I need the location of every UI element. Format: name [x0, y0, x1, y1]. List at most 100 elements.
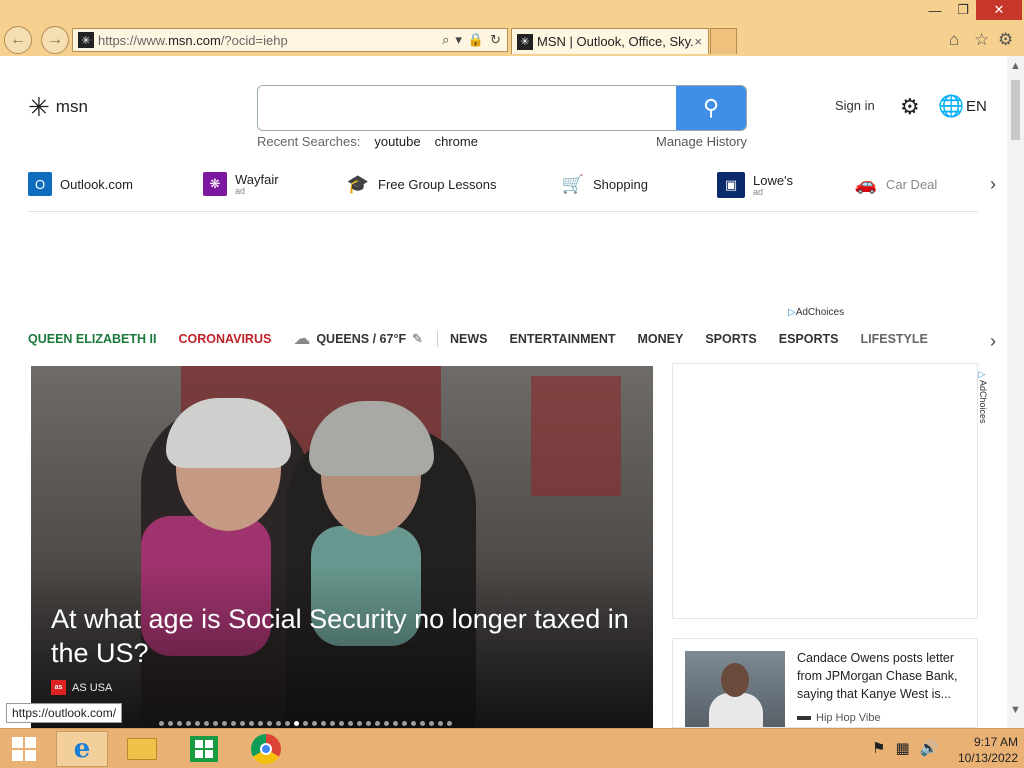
favorites-star-icon[interactable]: ☆ — [974, 30, 989, 50]
tab-msn[interactable]: ✳ MSN | Outlook, Office, Sky... × — [511, 28, 709, 54]
carousel-dot[interactable] — [321, 721, 326, 726]
quick-links-next-icon[interactable]: › — [990, 174, 996, 195]
carousel-dot[interactable] — [312, 721, 317, 726]
new-tab-button[interactable] — [710, 28, 737, 54]
scroll-thumb[interactable] — [1011, 80, 1020, 140]
tools-gear-icon[interactable]: ⚙ — [998, 30, 1013, 50]
carousel-dot[interactable] — [393, 721, 398, 726]
ad-choices[interactable]: ▷AdChoices — [788, 307, 844, 318]
carousel-dot[interactable] — [438, 721, 443, 726]
nav-coronavirus[interactable]: CORONAVIRUS — [178, 332, 271, 346]
network-icon[interactable]: ▦ — [895, 739, 909, 757]
carousel-dot[interactable] — [258, 721, 263, 726]
news-card-title[interactable]: Candace Owens posts letter from JPMorgan… — [797, 649, 969, 703]
carousel-dot[interactable] — [168, 721, 173, 726]
carousel-dot[interactable] — [177, 721, 182, 726]
nav-esports[interactable]: ESPORTS — [779, 332, 839, 346]
carousel-dot[interactable] — [420, 721, 425, 726]
search-input[interactable] — [258, 86, 676, 130]
nav-queen-elizabeth[interactable]: QUEEN ELIZABETH II — [28, 332, 156, 346]
refresh-icon[interactable]: ↻ — [490, 32, 501, 48]
nav-entertainment[interactable]: ENTERTAINMENT — [509, 332, 615, 346]
carousel-dot[interactable] — [240, 721, 245, 726]
lock-icon[interactable]: 🔒 — [468, 32, 484, 48]
globe-icon[interactable]: 🌐 — [938, 95, 964, 119]
quick-link-car-deal[interactable]: 🚗 Car Deal — [854, 172, 940, 196]
dropdown-icon[interactable]: ▾ — [455, 32, 462, 48]
carousel-dot[interactable] — [195, 721, 200, 726]
carousel-dot[interactable] — [411, 721, 416, 726]
vertical-scrollbar[interactable]: ▲ ▼ — [1007, 56, 1024, 728]
scroll-down-icon[interactable]: ▼ — [1010, 704, 1021, 716]
search-icon[interactable]: ⌕ — [442, 32, 449, 48]
tab-close-icon[interactable]: × — [694, 34, 702, 49]
msn-logo[interactable]: ✳ msn — [28, 94, 88, 120]
taskbar-chrome[interactable] — [240, 731, 292, 767]
taskbar-file-explorer[interactable] — [116, 731, 168, 767]
address-bar[interactable]: ✳ https://www.msn.com/?ocid=iehp ⌕ ▾ 🔒 ↻ — [72, 28, 508, 52]
home-icon[interactable]: ⌂ — [949, 30, 959, 50]
news-card[interactable]: Candace Owens posts letter from JPMorgan… — [672, 638, 978, 728]
hero-headline[interactable]: At what age is Social Security no longer… — [51, 602, 631, 670]
nav-next-icon[interactable]: › — [990, 331, 996, 352]
forward-arrow-icon: → — [47, 31, 63, 48]
scroll-up-icon[interactable]: ▲ — [1010, 60, 1021, 72]
back-button[interactable]: ← — [4, 26, 32, 54]
minimize-button[interactable]: — — [920, 0, 950, 20]
sign-in-link[interactable]: Sign in — [835, 98, 875, 113]
start-button[interactable] — [4, 731, 44, 767]
forward-button[interactable]: → — [41, 26, 69, 54]
carousel-dot[interactable] — [231, 721, 236, 726]
carousel-dot[interactable] — [285, 721, 290, 726]
quick-link-lowes[interactable]: ▣ Lowe's ad — [717, 172, 793, 198]
carousel-dot[interactable] — [294, 721, 299, 726]
search-box: ⚲ — [257, 85, 747, 131]
action-center-flag-icon[interactable]: ⚑ — [872, 739, 885, 757]
carousel-dot[interactable] — [267, 721, 272, 726]
clock[interactable]: 9:17 AM 10/13/2022 — [944, 734, 1018, 766]
carousel-dot[interactable] — [384, 721, 389, 726]
carousel-dot[interactable] — [447, 721, 452, 726]
taskbar-internet-explorer[interactable]: e — [56, 731, 108, 767]
carousel-dot[interactable] — [186, 721, 191, 726]
carousel-dot[interactable] — [402, 721, 407, 726]
nav-news[interactable]: NEWS — [450, 332, 488, 346]
carousel-dot[interactable] — [339, 721, 344, 726]
edit-pencil-icon[interactable]: ✎ — [412, 331, 423, 347]
close-button[interactable]: ✕ — [976, 0, 1022, 20]
ad-panel[interactable] — [672, 363, 978, 619]
carousel-dot[interactable] — [222, 721, 227, 726]
carousel-dot[interactable] — [429, 721, 434, 726]
recent-search-item[interactable]: chrome — [435, 134, 478, 149]
restore-button[interactable]: ❐ — [950, 0, 976, 20]
taskbar-store[interactable] — [178, 731, 230, 767]
nav-lifestyle[interactable]: LIFESTYLE — [861, 332, 928, 346]
carousel-dot[interactable] — [204, 721, 209, 726]
search-button[interactable]: ⚲ — [676, 86, 746, 130]
language-selector[interactable]: EN — [966, 98, 987, 115]
nav-sports[interactable]: SPORTS — [705, 332, 756, 346]
quick-link-shopping[interactable]: 🛒 Shopping — [561, 172, 648, 196]
carousel-dot[interactable] — [276, 721, 281, 726]
ad-choices-vertical[interactable]: ▷AdChoices — [978, 370, 988, 424]
carousel-dot[interactable] — [330, 721, 335, 726]
carousel-dot[interactable] — [213, 721, 218, 726]
carousel-dot[interactable] — [348, 721, 353, 726]
quick-link-outlook[interactable]: O Outlook.com — [28, 172, 133, 196]
volume-icon[interactable]: 🔊 — [920, 739, 939, 757]
nav-money[interactable]: MONEY — [638, 332, 684, 346]
quick-link-free-group-lessons[interactable]: 🎓 Free Group Lessons — [346, 172, 497, 196]
carousel-dot[interactable] — [249, 721, 254, 726]
carousel-dot[interactable] — [357, 721, 362, 726]
hero-carousel[interactable]: At what age is Social Security no longer… — [31, 366, 653, 728]
carousel-dot[interactable] — [159, 721, 164, 726]
carousel-dot[interactable] — [303, 721, 308, 726]
recent-search-item[interactable]: youtube — [374, 134, 420, 149]
settings-gear-icon[interactable]: ⚙ — [900, 94, 920, 120]
manage-history-link[interactable]: Manage History — [656, 134, 747, 149]
carousel-dot[interactable] — [366, 721, 371, 726]
carousel-dot[interactable] — [375, 721, 380, 726]
quick-link-wayfair[interactable]: ❋ Wayfair ad — [203, 172, 279, 196]
weather-widget[interactable]: ☁ QUEENS / 67°F ✎ — [293, 329, 423, 349]
address-url[interactable]: https://www.msn.com/?ocid=iehp — [98, 33, 442, 48]
